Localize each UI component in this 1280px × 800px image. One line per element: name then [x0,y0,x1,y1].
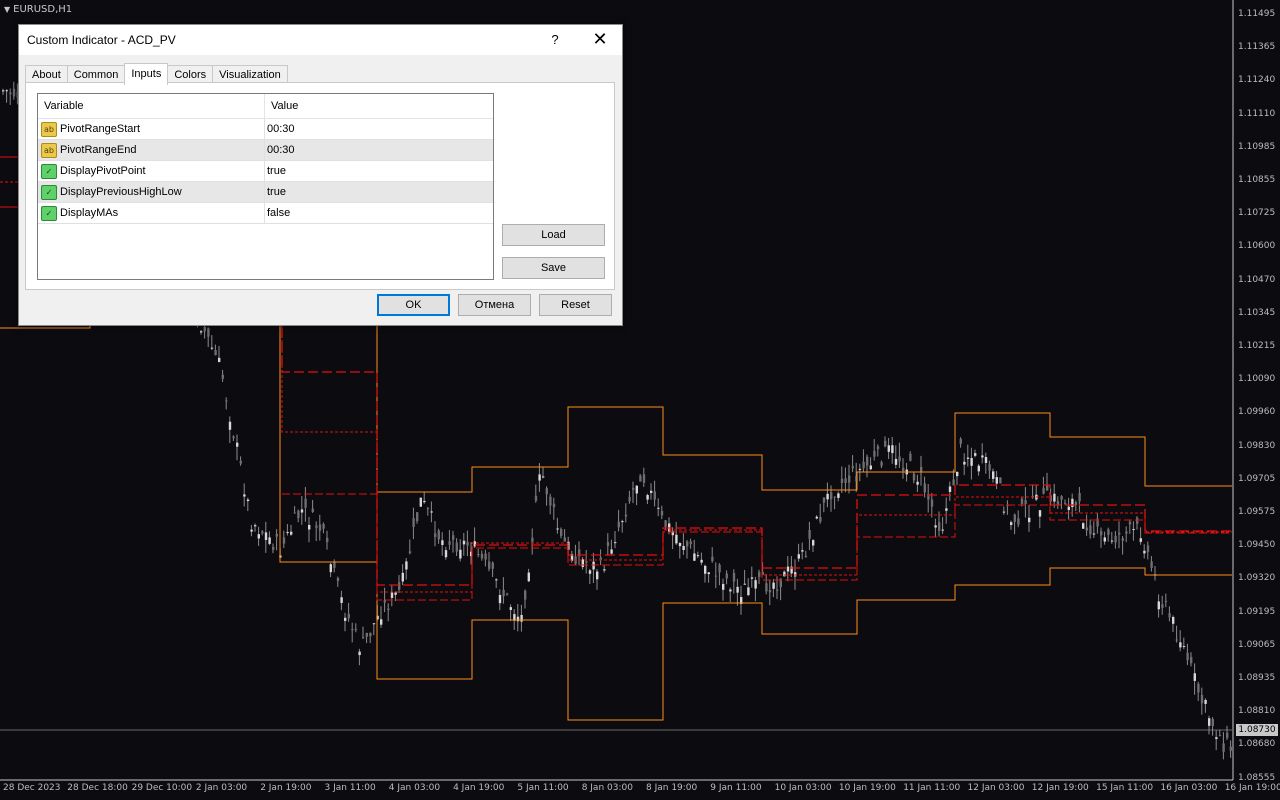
price-tick-label: 1.10725 [1238,208,1276,219]
time-tick-label: 10 Jan 19:00 [838,783,896,793]
row-variable: DisplayPreviousHighLow [60,186,182,198]
price-tick-label: 1.09195 [1238,606,1276,617]
price-tick-label: 1.10090 [1238,374,1276,385]
row-variable: DisplayPivotPoint [60,165,146,177]
tab-inputs[interactable]: Inputs [124,63,169,85]
row-value[interactable]: 00:30 [267,144,295,156]
time-tick-label: 5 Jan 11:00 [517,783,569,793]
time-tick-label: 2 Jan 19:00 [260,783,312,793]
current-price-label: 1.08730 [1236,724,1278,736]
cancel-button[interactable]: Отмена [458,294,531,316]
price-tick-label: 1.11110 [1238,108,1276,119]
time-tick-label: 10 Jan 03:00 [774,783,832,793]
chart-symbol-label[interactable]: ▼ EURUSD,H1 [4,4,72,15]
price-tick-label: 1.11365 [1238,42,1276,53]
inputs-panel: Variable Value ab PivotRangeStart 00:30 … [25,82,615,290]
time-tick-label: 3 Jan 11:00 [324,783,376,793]
dialog-titlebar[interactable]: Custom Indicator - ACD_PV ? ✕ [19,25,622,55]
price-tick-label: 1.11495 [1238,9,1276,19]
time-tick-label: 15 Jan 11:00 [1096,783,1154,793]
time-tick-label: 4 Jan 03:00 [388,783,441,793]
time-tick-label: 29 Dec 10:00 [131,783,193,793]
time-tick-label: 2 Jan 03:00 [195,783,248,793]
ok-button[interactable]: OK [377,294,450,316]
header-value[interactable]: Value [271,100,298,112]
grid-row-display-previous-high-low[interactable]: ✓ DisplayPreviousHighLow true [38,182,493,203]
price-tick-label: 1.10855 [1238,175,1276,185]
time-tick-label: 11 Jan 11:00 [903,783,961,793]
row-variable: PivotRangeEnd [60,144,137,156]
price-tick-label: 1.08810 [1238,706,1276,717]
price-tick-label: 1.10345 [1238,307,1276,318]
grid-row-display-mas[interactable]: ✓ DisplayMAs false [38,203,493,224]
price-tick-label: 1.09450 [1238,540,1276,551]
price-tick-label: 1.09320 [1238,573,1276,584]
load-button[interactable]: Load [502,224,605,246]
grid-row-pivot-range-start[interactable]: ab PivotRangeStart 00:30 [38,119,493,140]
dialog-title: Custom Indicator - ACD_PV [27,33,176,47]
price-tick-label: 1.09705 [1238,473,1276,484]
row-variable: PivotRangeStart [60,123,141,135]
grid-header: Variable Value [38,94,493,119]
price-tick-label: 1.09575 [1238,507,1276,517]
save-button[interactable]: Save [502,257,605,279]
string-type-icon: ab [41,122,57,137]
time-tick-label: 12 Jan 03:00 [967,783,1025,793]
price-tick-label: 1.09065 [1238,639,1276,650]
row-value[interactable]: false [267,207,290,219]
dialog-tabs: About Common Inputs Colors Visualization [25,63,288,85]
boolean-type-icon: ✓ [41,185,57,200]
time-tick-label: 28 Dec 18:00 [67,783,128,793]
grid-row-display-pivot-point[interactable]: ✓ DisplayPivotPoint true [38,161,493,182]
inputs-grid: Variable Value ab PivotRangeStart 00:30 … [37,93,494,280]
symbol-text: EURUSD,H1 [13,4,73,15]
time-tick-label: 8 Jan 03:00 [581,783,633,793]
time-tick-label: 16 Jan 03:00 [1160,783,1218,793]
price-tick-label: 1.09960 [1238,407,1276,418]
price-tick-label: 1.10600 [1238,241,1276,252]
time-tick-label: 9 Jan 11:00 [710,783,762,793]
price-tick-label: 1.09830 [1238,440,1276,451]
price-tick-label: 1.08555 [1238,772,1276,783]
row-value[interactable]: true [267,165,286,177]
reset-button[interactable]: Reset [539,294,612,316]
string-type-icon: ab [41,143,57,158]
price-tick-label: 1.10470 [1238,274,1276,285]
grid-row-pivot-range-end[interactable]: ab PivotRangeEnd 00:30 [38,140,493,161]
boolean-type-icon: ✓ [41,206,57,221]
time-tick-label: 8 Jan 19:00 [646,783,698,793]
price-tick-label: 1.10215 [1238,341,1276,351]
boolean-type-icon: ✓ [41,164,57,179]
time-tick-label: 12 Jan 19:00 [1031,783,1089,793]
row-value[interactable]: true [267,186,286,198]
header-variable[interactable]: Variable [44,100,84,112]
price-tick-label: 1.08935 [1238,673,1276,683]
row-value[interactable]: 00:30 [267,123,295,135]
price-tick-label: 1.08680 [1238,739,1276,750]
help-button[interactable]: ? [549,32,561,47]
time-tick-label: 4 Jan 19:00 [453,783,505,793]
close-button[interactable]: ✕ [589,28,611,50]
row-variable: DisplayMAs [60,207,119,219]
time-tick-label: 28 Dec 2023 [3,783,61,793]
price-tick-label: 1.11240 [1238,75,1276,86]
chart-menu-icon[interactable]: ▼ [4,5,10,14]
price-tick-label: 1.10985 [1238,141,1276,152]
indicator-dialog: Custom Indicator - ACD_PV ? ✕ About Comm… [18,24,623,326]
time-tick-label: 16 Jan 19:00 [1224,783,1280,793]
